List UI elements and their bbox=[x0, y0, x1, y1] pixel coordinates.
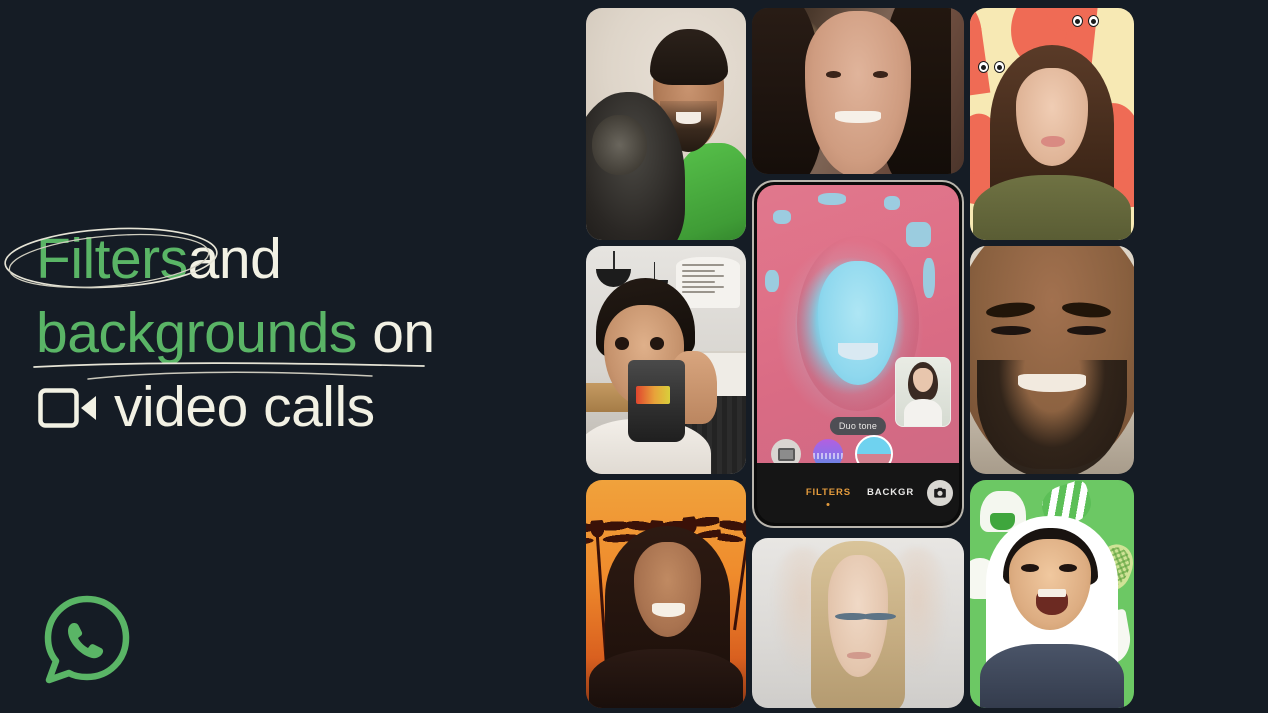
tile-woman-smiling[interactable] bbox=[752, 8, 964, 174]
filter-speck bbox=[773, 210, 792, 225]
filter-speck bbox=[906, 221, 931, 248]
coffee-cup bbox=[627, 360, 686, 443]
cartoon-eyes-icon bbox=[1071, 14, 1099, 27]
eye-left bbox=[614, 337, 630, 350]
picture-in-picture-self-view[interactable] bbox=[895, 357, 951, 427]
whatsapp-logo-icon bbox=[44, 595, 130, 684]
smile bbox=[651, 603, 686, 617]
filter-speck bbox=[817, 193, 846, 205]
cartoon-eyes-icon bbox=[978, 61, 1006, 74]
smile bbox=[675, 112, 702, 124]
tile-woman-hearts-bg[interactable] bbox=[970, 8, 1134, 240]
headline-backgrounds-word: backgrounds bbox=[36, 301, 357, 365]
shirt bbox=[979, 644, 1125, 708]
tile-man-closeup-smiling[interactable] bbox=[970, 246, 1134, 474]
lips bbox=[1040, 135, 1066, 148]
headline-on-word: on bbox=[356, 301, 435, 365]
eye-right bbox=[872, 71, 888, 78]
page-title: Filtersand backgrounds on video calls bbox=[4, 222, 556, 444]
video-call-tile-grid: Duo tone FILTERS BACKGR bbox=[584, 0, 1268, 713]
headline-and-word: and bbox=[187, 227, 282, 291]
tab-filters[interactable]: FILTERS bbox=[806, 487, 851, 500]
eye-left bbox=[826, 71, 842, 78]
eye-right bbox=[1066, 325, 1107, 335]
tile-woman-blur-filter[interactable] bbox=[752, 538, 964, 708]
cup-logo bbox=[635, 386, 671, 405]
phone-bottom-bar: FILTERS BACKGR bbox=[757, 463, 959, 523]
lips bbox=[847, 651, 871, 659]
filter-name-tooltip: Duo tone bbox=[829, 417, 887, 435]
filter-speck bbox=[884, 196, 901, 211]
torso bbox=[589, 648, 743, 708]
promo-stage: Filtersand backgrounds on video calls Du… bbox=[0, 0, 1268, 713]
tile-phone-duo-tone[interactable]: Duo tone FILTERS BACKGR bbox=[752, 180, 964, 528]
camera-shutter-button[interactable] bbox=[927, 480, 953, 506]
dog-snout bbox=[592, 114, 647, 176]
left-panel: Filtersand backgrounds on video calls bbox=[0, 0, 580, 713]
phone-screen: Duo tone FILTERS BACKGR bbox=[757, 185, 959, 523]
headline-video-calls-text: video calls bbox=[114, 375, 375, 439]
headline-line-1: Filtersand bbox=[4, 222, 556, 296]
video-camera-icon bbox=[38, 388, 96, 428]
tile-man-coffee-cafe-bg[interactable] bbox=[586, 246, 746, 474]
open-mouth bbox=[1035, 589, 1069, 615]
torso bbox=[973, 175, 1131, 240]
headline-line-3: video calls bbox=[36, 370, 556, 444]
filter-tabs: FILTERS BACKGR bbox=[806, 487, 913, 500]
tile-woman-sunset-palms[interactable] bbox=[586, 480, 746, 708]
face bbox=[805, 11, 911, 174]
headline-line-2: backgrounds on bbox=[33, 296, 556, 380]
filter-speck bbox=[922, 258, 935, 298]
smile bbox=[837, 342, 879, 360]
tile-man-food-sticker-bg[interactable] bbox=[970, 480, 1134, 708]
eye-left bbox=[991, 325, 1031, 335]
smile bbox=[1017, 373, 1087, 392]
filter-speck bbox=[765, 269, 780, 293]
pip-torso bbox=[903, 398, 943, 426]
smile bbox=[834, 110, 882, 123]
camera-icon bbox=[934, 487, 946, 498]
tile-man-with-dog[interactable] bbox=[586, 8, 746, 240]
eye-right bbox=[650, 337, 665, 350]
headline-filters-word: Filters bbox=[36, 227, 188, 291]
no-filter-icon bbox=[777, 447, 795, 461]
tab-backgrounds[interactable]: BACKGR bbox=[867, 487, 913, 500]
